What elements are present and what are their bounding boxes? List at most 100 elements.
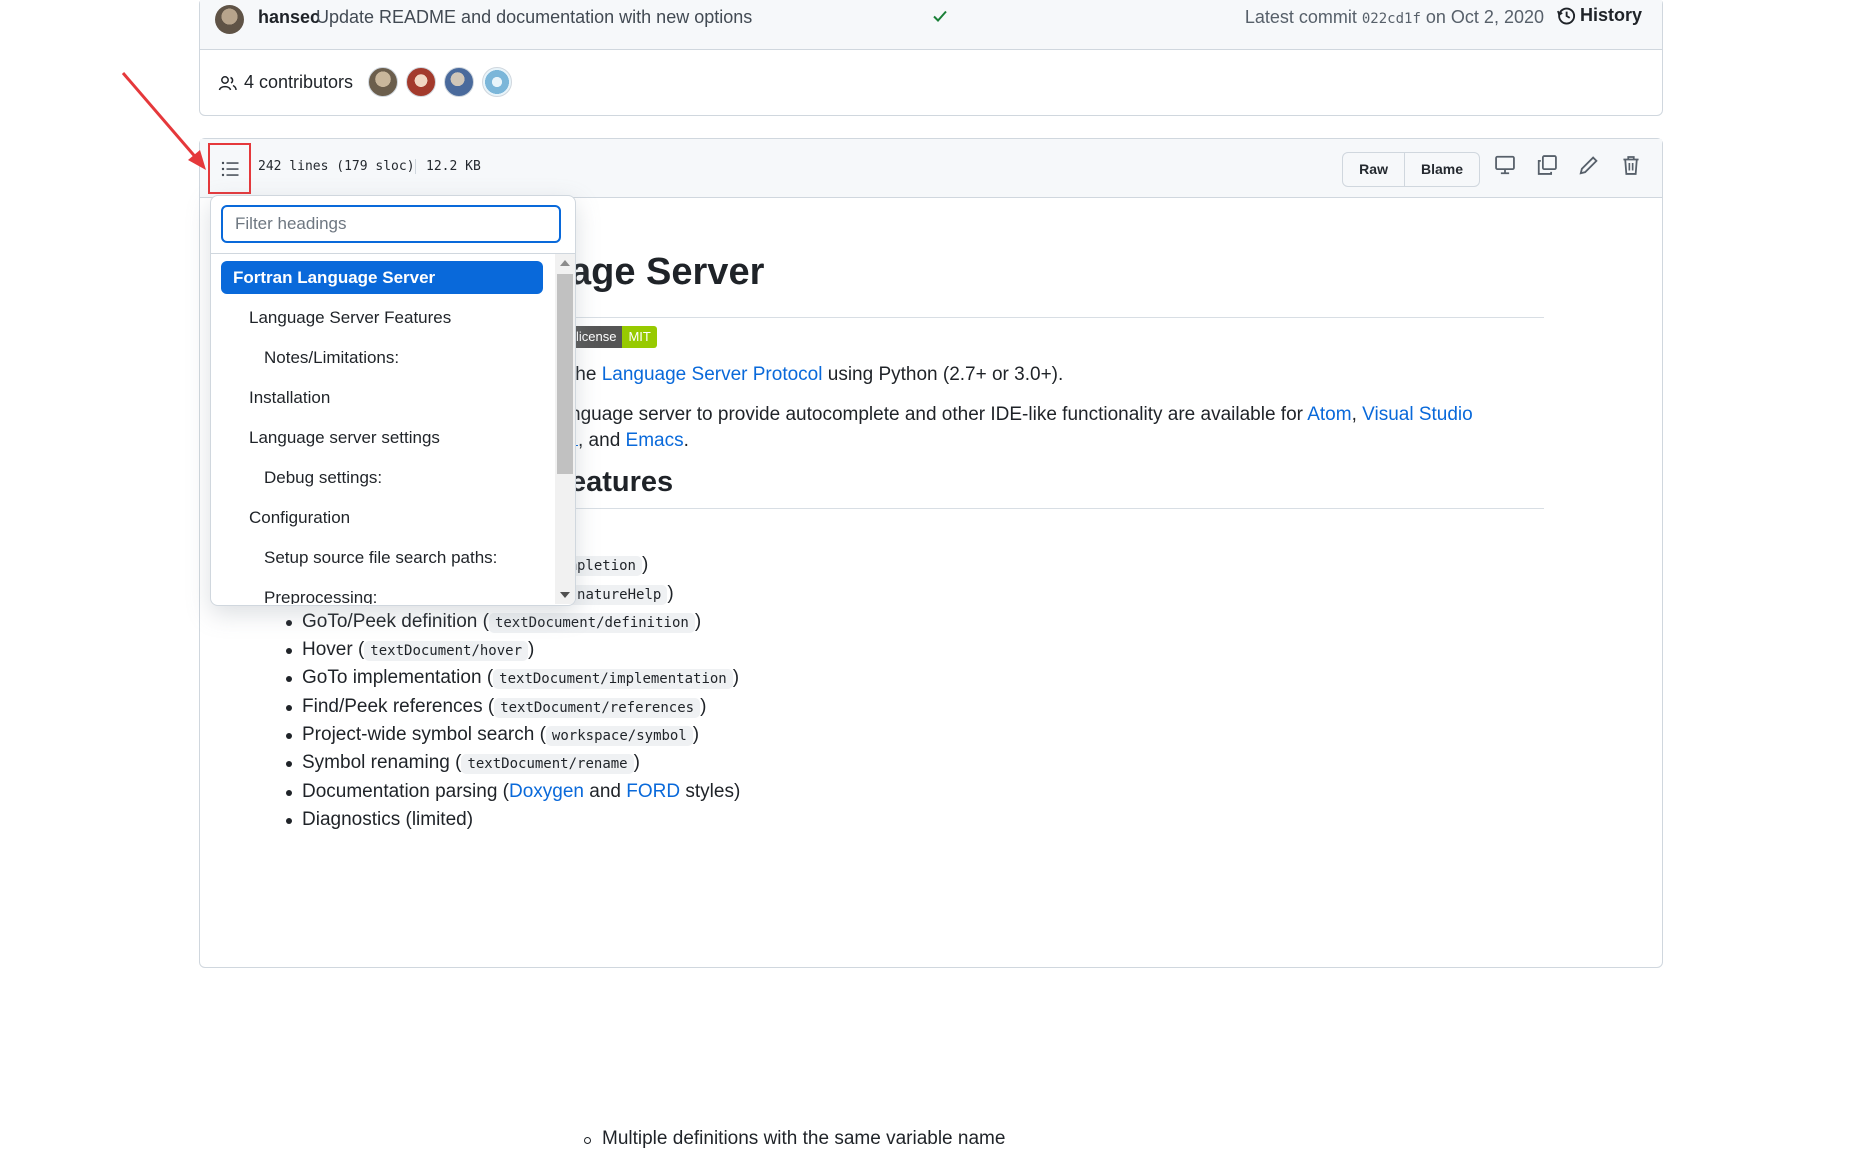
feature-close-paren: ) — [642, 554, 649, 576]
intro-text-end: using Python (2.7+ or 3.0+). — [822, 364, 1064, 385]
atom-link[interactable]: Atom — [1307, 404, 1351, 425]
history-label: History — [1579, 5, 1642, 25]
diagnostics-sub-item: Multiple definitions with the same varia… — [602, 1128, 1006, 1149]
raw-blame-group: Raw Blame — [1342, 152, 1480, 187]
outline-item[interactable]: Configuration — [221, 501, 543, 534]
feature-code: workspace/symbol — [545, 726, 693, 747]
scroll-down-icon[interactable] — [560, 592, 570, 598]
feature-code: textDocument/definition — [488, 612, 695, 633]
filter-headings-input[interactable] — [221, 205, 561, 243]
feature-item: GoTo implementation (textDocument/implem… — [286, 664, 1202, 692]
badge-mit-label: MIT — [622, 326, 657, 348]
file-header: 242 lines (179 sloc) 12.2 KB Raw Blame — [200, 139, 1662, 198]
doxygen-link[interactable]: Doxygen — [509, 781, 584, 802]
people-icon — [218, 75, 237, 90]
commit-box: hansec Update README and documentation w… — [199, 0, 1663, 116]
commit-message-link[interactable]: Update README and documentation with new… — [316, 7, 752, 28]
list-bullet — [286, 704, 292, 711]
outline-item[interactable]: Notes/Limitations: — [221, 341, 543, 374]
annotation-arrow-icon — [121, 72, 206, 170]
feature-label: Project-wide symbol search ( — [302, 724, 546, 746]
visual-studio-link[interactable]: Visual Studio — [1362, 404, 1473, 425]
blame-button[interactable]: Blame — [1403, 153, 1479, 186]
contributors-link[interactable]: 4 contributors — [218, 72, 353, 93]
ford-link[interactable]: FORD — [626, 781, 680, 802]
feature-code: textDocument/rename — [461, 754, 634, 775]
feature-code: textDocument/implementation — [493, 669, 733, 690]
feature-code: textDocument/references — [494, 697, 701, 718]
outline-item[interactable]: Setup source file search paths: — [221, 541, 543, 574]
feature-label-end: styles) — [680, 780, 741, 802]
feature-close-paren: ) — [700, 695, 707, 717]
outline-item[interactable]: Fortran Language Server — [221, 261, 543, 294]
feature-item: Hover (textDocument/hover) — [286, 636, 1202, 664]
feature-label: Find/Peek references ( — [302, 695, 495, 717]
list-bullet — [286, 761, 292, 768]
feature-label: Symbol renaming ( — [302, 752, 462, 774]
feature-item: GoTo/Peek definition (textDocument/defin… — [286, 608, 1202, 636]
history-icon — [1557, 7, 1576, 24]
list-bullet — [286, 817, 292, 824]
copy-icon[interactable] — [1536, 154, 1558, 176]
outline-scrollbar[interactable] — [555, 254, 575, 604]
feature-item: Find/Peek references (textDocument/refer… — [286, 693, 1202, 721]
commit-author-link[interactable]: hansec — [258, 7, 320, 28]
period-text: . — [683, 430, 689, 451]
outline-item[interactable]: Preprocessing: — [221, 581, 543, 604]
lsp-link[interactable]: Language Server Protocol — [602, 364, 823, 385]
feature-label: Documentation parsing ( — [302, 780, 509, 802]
pencil-icon[interactable] — [1578, 154, 1600, 176]
list-unordered-icon — [221, 161, 238, 176]
feature-close-paren: ) — [633, 752, 640, 774]
check-icon[interactable] — [932, 7, 948, 25]
badge-license-label: license — [570, 326, 623, 348]
outline-item[interactable]: Debug settings: — [221, 461, 543, 494]
feature-close-paren: ) — [732, 667, 740, 689]
feature-label: Diagnostics (limited) — [302, 808, 474, 830]
feature-code: textDocument/hover — [364, 641, 529, 662]
desktop-icon[interactable] — [1494, 154, 1516, 176]
editor-support-paragraph: nguage server to provide autocomplete an… — [570, 404, 1473, 426]
raw-button[interactable]: Raw — [1343, 153, 1404, 186]
feature-item: Documentation parsing (Doxygen and FORD … — [286, 778, 1202, 806]
commit-sha-link[interactable]: 022cd1f — [1362, 11, 1421, 27]
features-heading: eatures — [570, 466, 674, 498]
feature-label: GoTo implementation ( — [302, 667, 494, 689]
feature-close-paren: ) — [528, 639, 535, 661]
sub-list-bullet — [584, 1137, 591, 1144]
trash-icon[interactable] — [1620, 154, 1642, 176]
contributor-avatar[interactable] — [482, 67, 512, 97]
contributor-avatar[interactable] — [444, 67, 474, 97]
outline-item[interactable]: Language Server Features — [221, 301, 543, 334]
contributor-avatar[interactable] — [406, 67, 436, 97]
feature-close-paren: ) — [694, 610, 702, 632]
commit-author-avatar[interactable] — [215, 5, 244, 34]
feature-label: Hover ( — [302, 639, 365, 661]
readme-title: age Server — [570, 251, 765, 293]
comma-text: , — [1351, 404, 1363, 425]
scroll-up-icon[interactable] — [560, 260, 570, 266]
outline-item[interactable]: Installation — [221, 381, 543, 414]
and-text: , and — [578, 430, 626, 451]
history-button[interactable]: History — [1556, 5, 1642, 26]
list-bullet — [286, 648, 292, 655]
list-bullet — [286, 619, 292, 626]
outline-item[interactable]: Language server settings — [221, 421, 543, 454]
scrollbar-thumb[interactable] — [557, 274, 573, 474]
latest-commit-prefix: Latest commit — [1244, 7, 1357, 27]
list-bullet — [286, 789, 292, 796]
feature-item: Symbol renaming (textDocument/rename) — [286, 749, 1202, 777]
contributor-avatar[interactable] — [368, 67, 398, 97]
feature-close-paren: ) — [667, 582, 674, 604]
contributors-label: 4 contributors — [244, 72, 354, 92]
commit-date: on Oct 2, 2020 — [1425, 7, 1544, 27]
feature-item: Diagnostics (limited) — [286, 806, 1202, 834]
license-badge[interactable]: license MIT — [570, 326, 657, 348]
intro-paragraph: the Language Server Protocol using Pytho… — [570, 364, 1063, 386]
latest-commit-info: Latest commit 022cd1f on Oct 2, 2020 — [1245, 7, 1544, 28]
file-size: 12.2 KB — [415, 159, 481, 174]
file-line-count: 242 lines (179 sloc) — [258, 159, 415, 174]
list-bullet — [286, 733, 292, 740]
editor-support-paragraph-end: , and Emacs. — [570, 427, 689, 452]
emacs-link[interactable]: Emacs — [626, 430, 684, 451]
